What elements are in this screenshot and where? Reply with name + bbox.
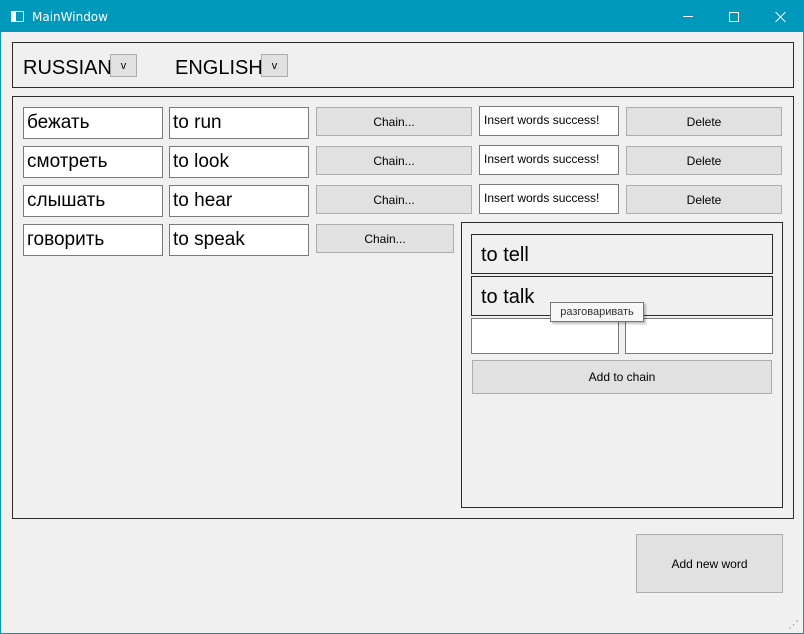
source-language-dropdown-button[interactable]: v	[110, 54, 137, 77]
chain-input-right[interactable]	[625, 318, 773, 354]
main-window: MainWindow RUSSIAN v ENGLISH v бежать to…	[0, 0, 804, 634]
chain-panel: to tell to talk Add to chain	[461, 222, 783, 508]
minimize-button[interactable]	[665, 1, 711, 32]
target-language-dropdown-button[interactable]: v	[261, 54, 288, 77]
chain-button[interactable]: Chain...	[316, 224, 454, 253]
maximize-icon	[729, 11, 739, 22]
translation-tooltip: разговаривать	[550, 302, 644, 322]
maximize-button[interactable]	[711, 1, 757, 32]
language-bar: RUSSIAN v ENGLISH v	[12, 42, 794, 88]
delete-button[interactable]: Delete	[626, 146, 782, 175]
close-button[interactable]	[757, 1, 803, 32]
status-message: Insert words success!	[479, 106, 619, 136]
target-language-label: ENGLISH	[175, 57, 263, 79]
delete-button[interactable]: Delete	[626, 185, 782, 214]
status-message: Insert words success!	[479, 145, 619, 175]
chain-button[interactable]: Chain...	[316, 185, 472, 214]
resize-grip-icon[interactable]: ⋰	[788, 618, 802, 632]
delete-button[interactable]: Delete	[626, 107, 782, 136]
add-to-chain-button[interactable]: Add to chain	[472, 360, 772, 394]
minimize-icon	[683, 16, 693, 17]
title-bar[interactable]: MainWindow	[1, 1, 803, 32]
english-word-field[interactable]: to hear	[169, 185, 309, 217]
chain-button[interactable]: Chain...	[316, 107, 472, 136]
status-message: Insert words success!	[479, 184, 619, 214]
close-icon	[774, 11, 786, 23]
window-icon	[11, 11, 24, 22]
russian-word-field[interactable]: слышать	[23, 185, 163, 217]
russian-word-field[interactable]: говорить	[23, 224, 163, 256]
english-word-field[interactable]: to run	[169, 107, 309, 139]
chain-button[interactable]: Chain...	[316, 146, 472, 175]
window-title: MainWindow	[32, 10, 108, 24]
source-language-label: RUSSIAN	[23, 57, 112, 79]
english-word-field[interactable]: to look	[169, 146, 309, 178]
chain-item[interactable]: to tell	[471, 234, 773, 274]
russian-word-field[interactable]: смотреть	[23, 146, 163, 178]
english-word-field[interactable]: to speak	[169, 224, 309, 256]
chain-input-left[interactable]	[471, 318, 619, 354]
add-new-word-button[interactable]: Add new word	[636, 534, 783, 593]
russian-word-field[interactable]: бежать	[23, 107, 163, 139]
